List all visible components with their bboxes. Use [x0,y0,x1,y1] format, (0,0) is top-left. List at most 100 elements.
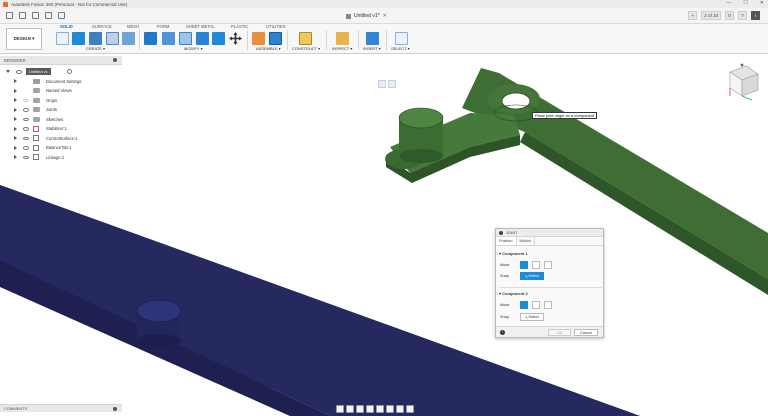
expand-arrow-icon[interactable] [14,126,17,131]
two-edge-intersection-icon[interactable] [544,301,552,309]
ok-button[interactable]: OK [548,329,571,336]
expand-arrow-icon[interactable] [14,117,17,122]
document-tab[interactable]: Untitled v1* ✕ [346,11,387,21]
workspace-switcher[interactable]: DESIGN ▾ [6,28,42,50]
visibility-eye-icon[interactable] [23,155,29,159]
tree-item-balance-tab[interactable]: BalanceTab:1 [0,143,122,153]
help-button[interactable]: ? [738,11,747,20]
expand-arrow-icon[interactable] [14,107,17,112]
between-two-faces-icon[interactable] [532,301,540,309]
tab-sheet-metal[interactable]: SHEET METAL [186,24,215,29]
hole-icon[interactable] [106,32,119,45]
create-sketch-icon[interactable] [56,32,69,45]
new-tab-button[interactable]: + [688,11,698,20]
comments-toggle-icon[interactable] [113,406,117,411]
between-two-faces-icon[interactable] [532,261,540,269]
chamfer-icon[interactable] [179,32,192,45]
info-icon[interactable]: i [500,330,505,335]
close-window-button[interactable]: ✕ [760,0,764,6]
dialog-header[interactable]: JOINT [496,229,603,237]
component2-select-button[interactable]: ↖ Select [520,313,544,321]
select-icon[interactable] [395,32,408,45]
close-tab-icon[interactable]: ✕ [383,13,387,19]
move-icon[interactable] [229,32,242,45]
fillet-icon[interactable] [162,32,175,45]
box-icon[interactable] [122,32,135,45]
expand-arrow-icon[interactable] [14,155,17,160]
tab-plastic[interactable]: PLASTIC [231,24,248,29]
assemble-menu[interactable]: ASSEMBLE ▾ [256,46,281,51]
component1-section[interactable]: ▾ Component 1 [499,251,528,256]
tree-item-linkage[interactable]: Linkage:1 [0,153,122,163]
minimize-button[interactable]: — [726,0,731,6]
notifications-button[interactable]: 0 [725,11,734,20]
save-icon[interactable] [32,12,39,19]
maximize-button[interactable]: ☐ [743,0,747,6]
visibility-eye-icon[interactable] [23,127,29,131]
construct-menu[interactable]: CONSTRUCT ▾ [292,46,320,51]
browser-header[interactable]: BROWSER [0,56,122,65]
visibility-eye-icon[interactable] [16,70,22,74]
create-menu[interactable]: CREATE ▾ [86,46,105,51]
joint-icon[interactable] [269,32,282,45]
tree-item-joints[interactable]: Joints [0,105,122,115]
file-menu-icon[interactable] [19,12,26,19]
select-menu[interactable]: SELECT ▾ [391,46,410,51]
tree-item-origin[interactable]: Origin [0,96,122,106]
comments-panel[interactable]: COMMENTS [0,404,122,412]
collapse-arrow-icon[interactable] [6,70,10,74]
cancel-button[interactable]: Cancel [574,329,598,336]
revolve-icon[interactable] [89,32,102,45]
tree-item-document-settings[interactable]: Document Settings [0,77,122,87]
user-avatar[interactable]: I [751,11,760,20]
expand-arrow-icon[interactable] [14,98,17,103]
pin-icon[interactable] [113,58,117,62]
activate-radio-icon[interactable] [67,69,72,75]
combine-icon[interactable] [212,32,225,45]
offset-plane-icon[interactable] [299,32,312,45]
grid-settings-icon[interactable] [396,405,404,413]
redo-icon[interactable] [58,12,65,19]
expand-arrow-icon[interactable] [14,79,17,84]
tree-item-control-surface[interactable]: ControlSurface:1 [0,134,122,144]
visibility-eye-icon[interactable] [23,136,29,140]
orbit-icon[interactable] [336,405,344,413]
two-edge-intersection-icon[interactable] [544,261,552,269]
expand-arrow-icon[interactable] [14,136,17,141]
zoom-icon[interactable] [366,405,374,413]
expand-arrow-icon[interactable] [14,145,17,150]
tab-utilities[interactable]: UTILITIES [266,24,286,29]
shell-icon[interactable] [196,32,209,45]
expand-arrow-icon[interactable] [14,88,17,93]
component2-section[interactable]: ▾ Component 2 [499,291,528,296]
job-status-button[interactable]: 2 of 10 [701,11,721,20]
tab-surface[interactable]: SURFACE [92,24,112,29]
person-icon[interactable] [388,80,396,88]
tab-motion[interactable]: Motion [517,237,535,245]
tab-position[interactable]: Position [496,237,517,245]
filter-icon[interactable] [378,80,386,88]
tree-item-sketches[interactable]: Sketches [0,115,122,125]
press-pull-icon[interactable] [144,32,157,45]
tree-item-stabilizer[interactable]: Stabilizer:1 [0,124,122,134]
tab-form[interactable]: FORM [157,24,169,29]
visibility-eye-icon[interactable] [23,98,29,102]
data-panel-icon[interactable] [6,12,13,19]
fit-icon[interactable] [376,405,384,413]
simple-mode-icon[interactable] [520,261,528,269]
component1-select-button[interactable]: ↖ Select [520,272,544,280]
inspect-menu[interactable]: INSPECT ▾ [332,46,352,51]
viewports-icon[interactable] [406,405,414,413]
extrude-icon[interactable] [72,32,85,45]
measure-icon[interactable] [336,32,349,45]
visibility-eye-icon[interactable] [23,117,29,121]
browser-root[interactable]: Untitled v1 [0,67,122,77]
pan-icon[interactable] [356,405,364,413]
new-component-icon[interactable] [252,32,265,45]
tree-item-named-views[interactable]: Named Views [0,86,122,96]
visibility-eye-icon[interactable] [23,146,29,150]
insert-image-icon[interactable] [366,32,379,45]
undo-icon[interactable] [45,12,52,19]
modify-menu[interactable]: MODIFY ▾ [184,46,203,51]
tab-solid[interactable]: SOLID [60,24,73,29]
